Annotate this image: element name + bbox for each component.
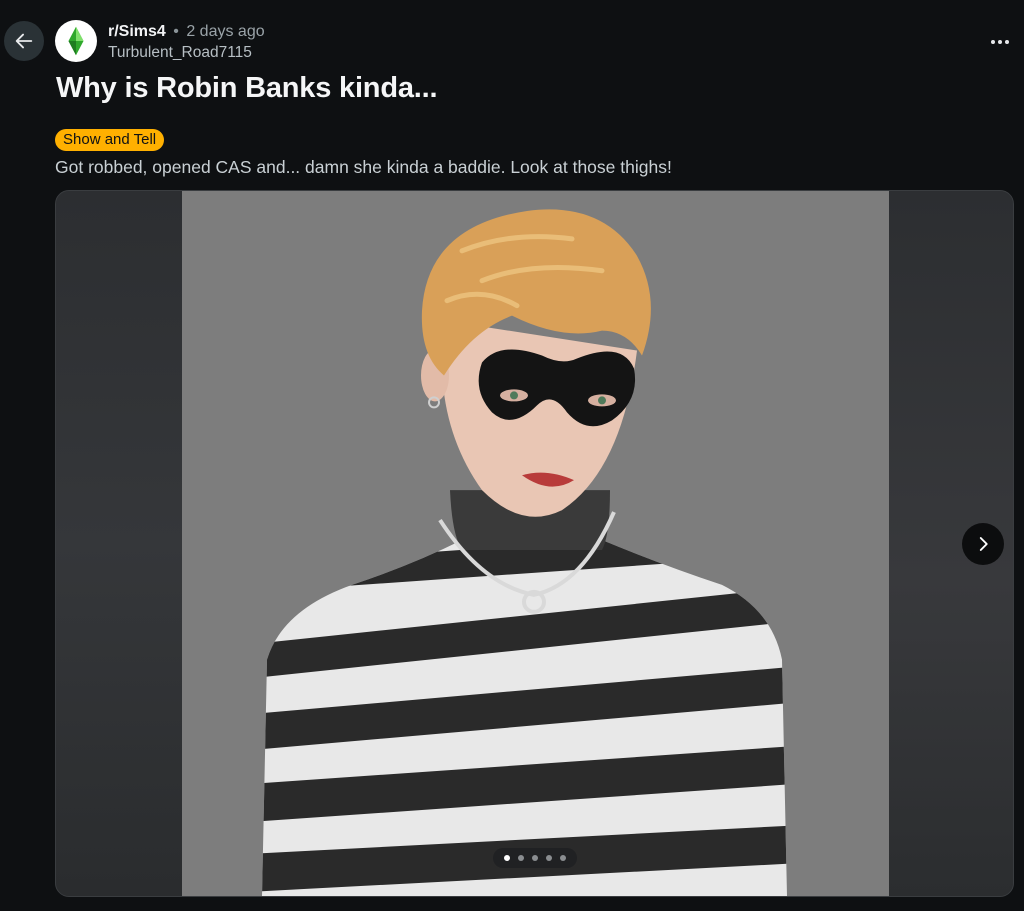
gallery-blur-left (56, 191, 182, 896)
pagination-dot-1[interactable] (504, 855, 510, 861)
meta-separator: • (173, 23, 179, 40)
plumbob-icon (68, 26, 84, 56)
more-horizontal-icon (991, 40, 995, 44)
post-meta: r/Sims4 • 2 days ago Turbulent_Road7115 (108, 22, 265, 63)
media-gallery[interactable] (55, 190, 1014, 897)
pagination-dot-3[interactable] (532, 855, 538, 861)
post-flair[interactable]: Show and Tell (55, 129, 165, 151)
chevron-right-icon (979, 537, 988, 551)
author-link[interactable]: Turbulent_Road7115 (108, 43, 265, 63)
arrow-left-icon (15, 33, 33, 49)
post-timestamp: 2 days ago (186, 23, 265, 40)
sim-character-illustration (182, 191, 889, 896)
pagination-dot-2[interactable] (518, 855, 524, 861)
subreddit-avatar[interactable] (55, 20, 97, 62)
pagination-dot-5[interactable] (560, 855, 566, 861)
more-options-button[interactable] (988, 32, 1012, 52)
post-body: Got robbed, opened CAS and... damn she k… (55, 157, 672, 177)
gallery-pagination (493, 848, 577, 868)
back-button[interactable] (4, 21, 44, 61)
pagination-dot-4[interactable] (546, 855, 552, 861)
post-title: Why is Robin Banks kinda... (56, 72, 438, 104)
gallery-next-button[interactable] (962, 523, 1004, 565)
gallery-image[interactable] (182, 191, 889, 896)
subreddit-link[interactable]: r/Sims4 (108, 23, 166, 40)
